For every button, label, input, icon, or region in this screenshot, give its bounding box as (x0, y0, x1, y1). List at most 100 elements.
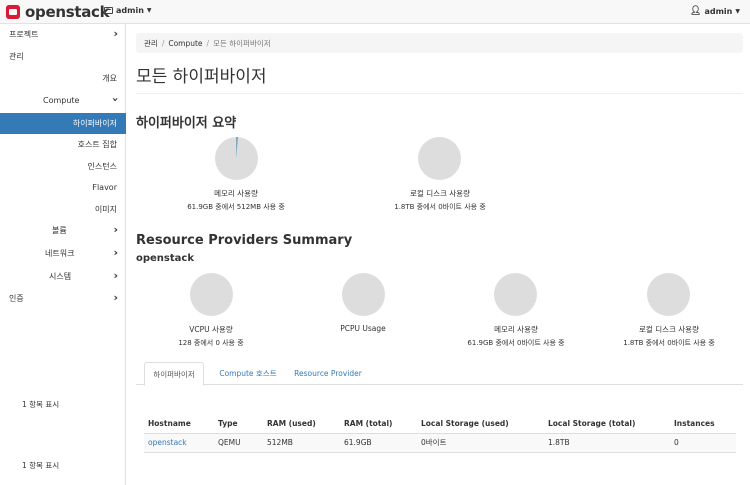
pie-label: 메모리 사용량 (214, 189, 258, 198)
cell-ram-total: 61.9GB (340, 433, 417, 453)
tab-bar: 하이퍼바이저 Compute 호스트 Resource Provider (136, 362, 743, 386)
openstack-logo-icon (6, 5, 20, 19)
hypervisor-summary-heading: 하이퍼바이저 요약 (136, 116, 237, 131)
brand-logo[interactable]: openstack (6, 3, 110, 21)
column-header-local-storage-total[interactable]: Local Storage (total) (544, 414, 670, 434)
pie-label: 메모리 사용량 (494, 325, 538, 334)
cell-type: QEMU (214, 433, 263, 453)
item-count-top: 1 항목 표시 (22, 400, 60, 409)
breadcrumb: 관리 / Compute / 모든 하이퍼바이저 (136, 33, 743, 53)
column-header-ram-total[interactable]: RAM (total) (340, 414, 417, 434)
tab-hypervisors[interactable]: 하이퍼바이저 (144, 362, 204, 386)
pie-label: VCPU 사용량 (189, 325, 233, 334)
breadcrumb-item-compute[interactable]: Compute (168, 39, 202, 48)
tab-resource-provider[interactable]: Resource Provider (288, 362, 368, 385)
pie-detail: 61.9GB 중에서 0바이트 사용 중 (467, 339, 565, 347)
page-title: 모든 하이퍼바이저 (136, 67, 267, 87)
rp-memory-usage-pie (494, 273, 537, 316)
sidebar-item-host-aggregates[interactable]: 호스트 집합 (0, 134, 126, 155)
column-header-type[interactable]: Type (214, 414, 263, 434)
sidebar-item-label: Flavor (92, 183, 117, 192)
cell-hostname: openstack (144, 433, 214, 453)
sidebar-item-hypervisors[interactable]: 하이퍼바이저 (0, 113, 126, 134)
sidebar-item-instances[interactable]: 인스턴스 (0, 156, 126, 177)
memory-usage-pie (215, 137, 258, 180)
sidebar-item-compute[interactable]: Compute › (0, 90, 126, 111)
pie-detail: 1.8TB 중에서 0바이트 사용 중 (623, 339, 715, 347)
table-header-row: Hostname Type RAM (used) RAM (total) Loc… (144, 414, 736, 434)
project-dropdown-label: admin (116, 6, 144, 15)
user-dropdown-label: admin (704, 6, 733, 16)
sidebar-item-label: 인스턴스 (87, 162, 117, 171)
sidebar-item-flavors[interactable]: Flavor (0, 177, 126, 198)
sidebar: 프로젝트 › 관리 개요 Compute › 하이퍼바이저 호스트 집합 인스턴… (0, 24, 126, 485)
column-header-instances[interactable]: Instances (670, 414, 736, 434)
sidebar-item-label: 관리 (9, 52, 24, 61)
pie-label: PCPU Usage (340, 324, 386, 333)
breadcrumb-separator: / (206, 38, 210, 48)
pie-label: 로컬 디스크 사용량 (410, 189, 470, 198)
sidebar-item-project[interactable]: 프로젝트 › (0, 24, 126, 45)
hostname-link[interactable]: openstack (148, 438, 187, 447)
sidebar-item-admin[interactable]: 관리 (0, 46, 126, 67)
cell-local-storage-used: 0바이트 (417, 433, 544, 453)
pie-free-slice (418, 137, 461, 180)
cell-local-storage-total: 1.8TB (544, 433, 670, 453)
table-row: openstack QEMU 512MB 61.9GB 0바이트 1.8TB 0 (144, 433, 736, 453)
title-divider (136, 93, 743, 94)
sidebar-item-volumes[interactable]: 볼륨 › (0, 220, 126, 241)
chevron-right-icon: › (113, 291, 118, 304)
pie-free-slice (342, 273, 385, 316)
resource-providers-heading: Resource Providers Summary (136, 233, 353, 248)
sidebar-item-label: 볼륨 (52, 226, 67, 235)
breadcrumb-separator: / (161, 38, 165, 48)
sidebar-item-label: 이미지 (94, 205, 117, 214)
breadcrumb-item-admin[interactable]: 관리 (144, 38, 158, 49)
project-dropdown[interactable]: admin ▼ (104, 6, 152, 15)
pie-detail: 128 중에서 0 사용 중 (178, 339, 244, 347)
project-icon (104, 7, 113, 14)
pie-free-slice (647, 273, 690, 316)
column-header-local-storage-used[interactable]: Local Storage (used) (417, 414, 544, 434)
sidebar-item-label: Compute (43, 96, 80, 105)
provider-name: openstack (136, 253, 194, 264)
column-header-hostname[interactable]: Hostname (144, 414, 214, 434)
chevron-down-icon: › (109, 97, 123, 102)
sidebar-item-overview[interactable]: 개요 (0, 68, 126, 89)
sidebar-item-label: 개요 (102, 74, 117, 83)
user-dropdown[interactable]: 👤︎ admin ▼ (690, 6, 740, 16)
sidebar-item-label: 프로젝트 (9, 30, 39, 39)
caret-down-icon: ▼ (146, 7, 152, 14)
sidebar-item-label: 하이퍼바이저 (72, 119, 117, 128)
sidebar-item-label: 인증 (9, 294, 24, 303)
sidebar-item-images[interactable]: 이미지 (0, 199, 126, 220)
item-count-bottom: 1 항목 표시 (22, 461, 60, 470)
local-disk-usage-pie (418, 137, 461, 180)
sidebar-item-network[interactable]: 네트워크 › (0, 243, 126, 264)
top-navbar: openstack admin ▼ 👤︎ admin ▼ (0, 0, 750, 24)
vcpu-usage-pie (190, 273, 233, 316)
pie-label: 로컬 디스크 사용량 (639, 325, 699, 334)
chevron-right-icon: › (113, 269, 118, 282)
pie-free-slice (494, 273, 537, 316)
pcpu-usage-pie (342, 273, 385, 316)
chevron-right-icon: › (113, 223, 118, 236)
sidebar-item-label: 시스템 (49, 272, 72, 281)
chevron-right-icon: › (113, 27, 118, 40)
hypervisors-table: Hostname Type RAM (used) RAM (total) Loc… (144, 414, 736, 453)
pie-free-slice (190, 273, 233, 316)
cell-ram-used: 512MB (263, 433, 340, 453)
brand-name: openstack (25, 3, 110, 21)
column-header-ram-used[interactable]: RAM (used) (263, 414, 340, 434)
chevron-right-icon: › (113, 246, 118, 259)
pie-detail: 1.8TB 중에서 0바이트 사용 중 (394, 203, 486, 211)
user-icon: 👤︎ (690, 6, 702, 16)
breadcrumb-item-current: 모든 하이퍼바이저 (213, 38, 271, 48)
cell-instances: 0 (670, 433, 736, 453)
sidebar-item-identity[interactable]: 인증 › (0, 288, 126, 309)
rp-local-disk-usage-pie (647, 273, 690, 316)
sidebar-item-system[interactable]: 시스템 › (0, 266, 126, 287)
sidebar-item-label: 호스트 집합 (77, 140, 117, 149)
tab-compute-hosts[interactable]: Compute 호스트 (208, 362, 288, 385)
pie-detail: 61.9GB 중에서 512MB 사용 중 (187, 203, 285, 211)
